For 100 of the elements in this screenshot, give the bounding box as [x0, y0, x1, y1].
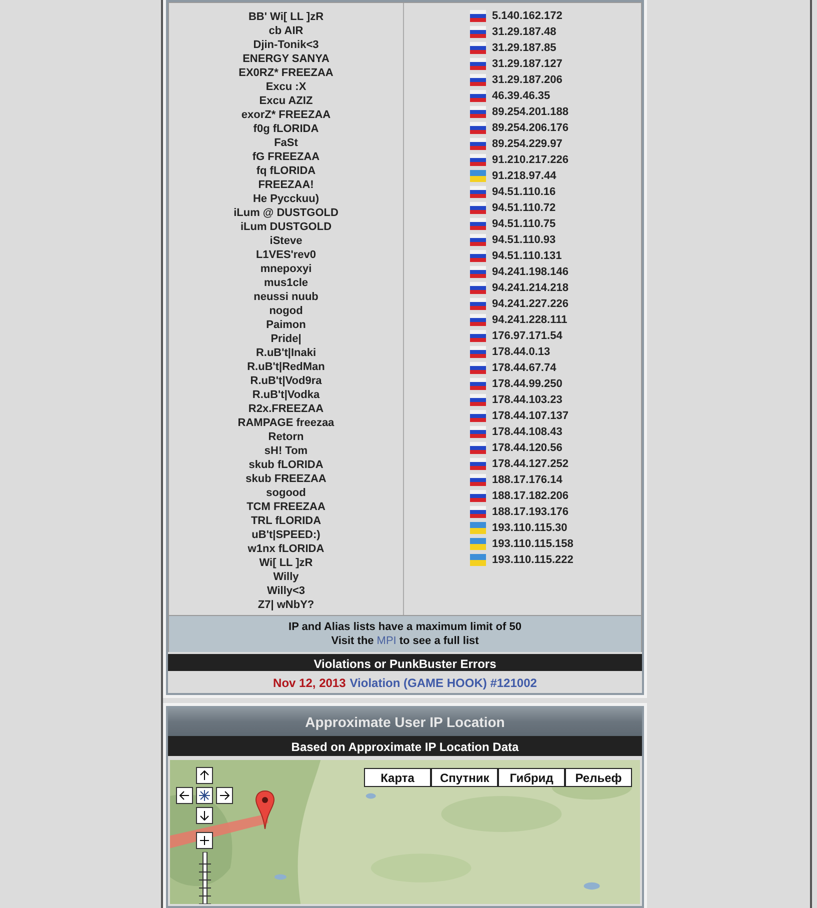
- ip-address: 89.254.229.97: [492, 136, 562, 152]
- alias-name: nogod: [269, 304, 303, 318]
- alias-name: EX0RZ* FREEZAA: [238, 66, 334, 80]
- ip-address: 94.241.198.146: [492, 264, 568, 280]
- ip-address: 176.97.171.54: [492, 328, 562, 344]
- violation-link[interactable]: Violation (GAME HOOK) #121002: [350, 676, 537, 690]
- alias-name: uB't|SPEED:): [252, 528, 320, 542]
- map-type-button[interactable]: Гибрид: [498, 768, 565, 787]
- alias-name: neussi nuub: [254, 290, 318, 304]
- ip-address: 178.44.120.56: [492, 440, 562, 456]
- alias-name: sogood: [266, 486, 306, 500]
- ip-address: 31.29.187.206: [492, 72, 562, 88]
- alias-name: fG FREEZAA: [252, 150, 320, 164]
- alias-name: R.uB't|RedMan: [247, 360, 325, 374]
- ip-address: 31.29.187.48: [492, 24, 556, 40]
- alias-name: Z7| wNbY?: [258, 598, 314, 612]
- map-type-button[interactable]: Карта: [364, 768, 431, 787]
- alias-name: w1nx fLORIDA: [248, 542, 324, 556]
- map-type-button[interactable]: Спутник: [431, 768, 498, 787]
- plus-icon: [199, 835, 210, 846]
- alias-name: iLum DUSTGOLD: [240, 220, 332, 234]
- alias-name: Wi[ LL ]zR: [259, 556, 313, 570]
- ip-address: 91.210.217.226: [492, 152, 568, 168]
- left-arrow-icon: [179, 790, 190, 801]
- map-type-button[interactable]: Рельеф: [565, 768, 632, 787]
- alias-name: Willy<3: [266, 584, 306, 598]
- ip-address: 46.39.46.35: [492, 88, 550, 104]
- alias-name: FaSt: [274, 136, 298, 150]
- alias-name: BB' Wi[ LL ]zR: [248, 10, 324, 24]
- ip-address: 89.254.201.188: [492, 104, 568, 120]
- alias-name: cb AIR: [268, 24, 304, 38]
- alias-name: TCM FREEZAA: [246, 500, 326, 514]
- ip-address: 94.51.110.131: [492, 248, 562, 264]
- alias-name: fq fLORIDA: [256, 164, 316, 178]
- pan-right-button[interactable]: [216, 787, 233, 804]
- ip-address: 188.17.193.176: [492, 504, 568, 520]
- ip-address: 94.241.214.218: [492, 280, 568, 296]
- ip-address: 178.44.103.23: [492, 392, 562, 408]
- ip-address: 178.44.107.137: [492, 408, 568, 424]
- alias-name: Retorn: [268, 430, 304, 444]
- alias-name: FREEZAA!: [258, 178, 314, 192]
- alias-name: He Pycckuu): [252, 192, 320, 206]
- visit-text: Visit the: [331, 634, 374, 648]
- ip-address: 5.140.162.172: [492, 8, 562, 24]
- alias-name: Djin-Tonik<3: [253, 38, 319, 52]
- map-pin-icon: [255, 790, 275, 830]
- ip-address: 188.17.182.206: [492, 488, 568, 504]
- violations-header: Violations or PunkBuster Errors: [168, 652, 642, 673]
- ip-address: 178.44.99.250: [492, 376, 562, 392]
- ip-address: 94.51.110.75: [492, 216, 556, 232]
- ip-address: 178.44.67.74: [492, 360, 556, 376]
- alias-name: skub fLORIDA: [248, 458, 324, 472]
- ip-address: 94.51.110.16: [492, 184, 556, 200]
- ip-address: 193.110.115.158: [492, 536, 574, 552]
- ip-address: 89.254.206.176: [492, 120, 568, 136]
- alias-name: mus1cle: [264, 276, 308, 290]
- ip-address: 193.110.115.222: [492, 552, 574, 568]
- limit-note: IP and Alias lists have a maximum limit of 50: [288, 620, 522, 634]
- pan-up-button[interactable]: [196, 767, 213, 784]
- down-arrow-icon: [199, 810, 210, 821]
- up-arrow-icon: [199, 770, 210, 781]
- section-subtitle: Based on Approximate IP Location Data: [168, 736, 642, 758]
- right-arrow-icon: [219, 790, 230, 801]
- ip-address: 178.44.108.43: [492, 424, 562, 440]
- ip-address: 94.51.110.72: [492, 200, 556, 216]
- zoom-in-button[interactable]: [196, 832, 213, 849]
- center-icon: [199, 790, 210, 801]
- ip-address: 94.241.227.226: [492, 296, 568, 312]
- alias-name: R.uB't|Vodka: [252, 388, 320, 402]
- pan-left-button[interactable]: [176, 787, 193, 804]
- ip-address: 188.17.176.14: [492, 472, 562, 488]
- zoom-scale-icon: [198, 852, 212, 904]
- ip-address: 193.110.115.30: [492, 520, 568, 536]
- alias-name: Willy: [273, 570, 299, 584]
- alias-name: Pride|: [270, 332, 302, 346]
- alias-name: L1VES'rev0: [256, 248, 316, 262]
- ip-address: 94.51.110.93: [492, 232, 556, 248]
- alias-name: f0g fLORIDA: [253, 122, 319, 136]
- alias-name: Excu AZIZ: [259, 94, 313, 108]
- alias-name: RAMPAGE freezaa: [238, 416, 334, 430]
- ip-address: 31.29.187.127: [492, 56, 562, 72]
- center-button[interactable]: [196, 787, 213, 804]
- alias-name: sH! Tom: [264, 444, 308, 458]
- violation-date: Nov 12, 2013: [273, 676, 346, 690]
- alias-name: mnepoxyi: [260, 262, 312, 276]
- alias-name: ENERGY SANYA: [242, 52, 330, 66]
- pan-down-button[interactable]: [196, 807, 213, 824]
- ip-address: 91.218.97.44: [492, 168, 556, 184]
- alias-name: Paimon: [266, 318, 306, 332]
- alias-name: skub FREEZAA: [246, 472, 326, 486]
- alias-name: TRL fLORIDA: [250, 514, 322, 528]
- full-list-text: to see a full list: [399, 634, 479, 648]
- ip-address: 178.44.0.13: [492, 344, 550, 360]
- alias-name: R2x.FREEZAA: [248, 402, 324, 416]
- alias-name: exorZ* FREEZAA: [241, 108, 331, 122]
- alias-name: R.uB't|Vod9ra: [250, 374, 322, 388]
- alias-name: Excu :X: [266, 80, 306, 94]
- ip-address: 94.241.228.111: [492, 312, 568, 328]
- alias-name: iSteve: [270, 234, 302, 248]
- alias-name: iLum @ DUSTGOLD: [234, 206, 338, 220]
